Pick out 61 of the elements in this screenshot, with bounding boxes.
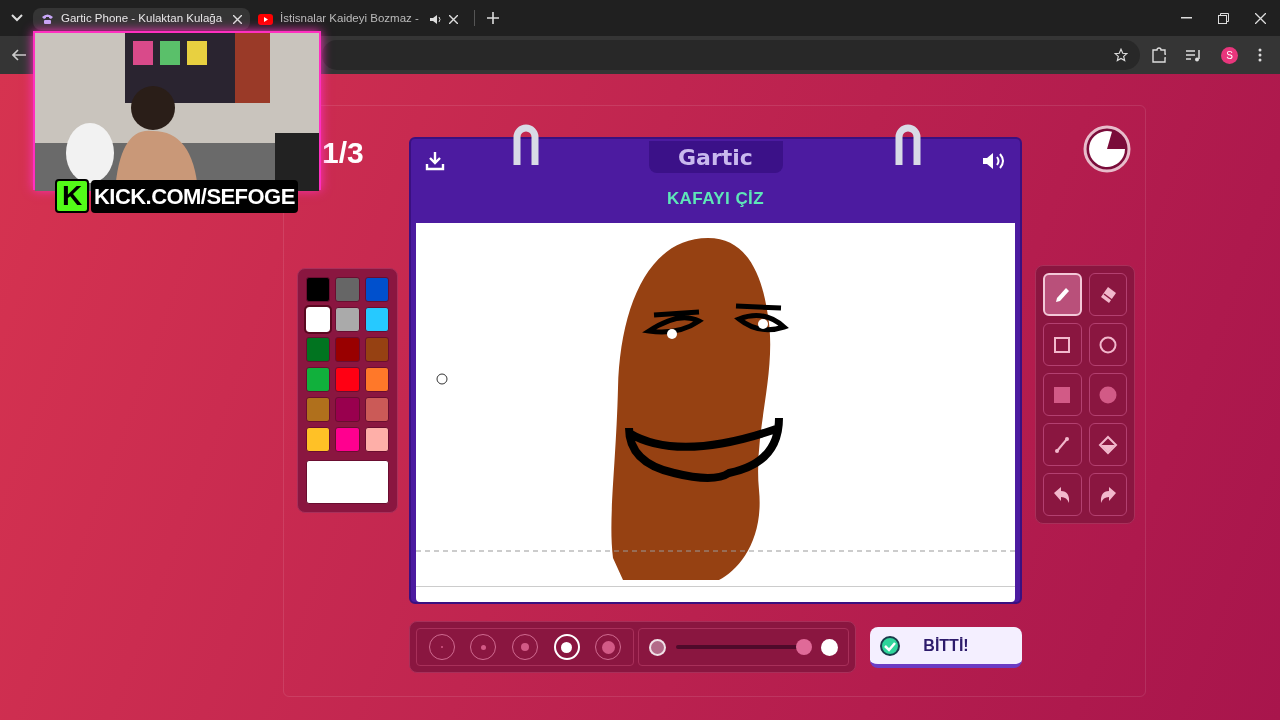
round-counter: 1/3 bbox=[322, 135, 364, 171]
color-swatch[interactable] bbox=[335, 397, 360, 422]
color-swatch[interactable] bbox=[306, 427, 331, 452]
gartic-logo: Gartic bbox=[648, 141, 783, 173]
tool-button[interactable] bbox=[1088, 473, 1127, 516]
tool-button[interactable] bbox=[1088, 323, 1127, 366]
check-badge-icon bbox=[880, 635, 900, 656]
color-swatch[interactable] bbox=[335, 367, 360, 392]
color-swatch[interactable] bbox=[364, 397, 389, 422]
color-swatch[interactable] bbox=[364, 337, 389, 362]
paint-bucket-icon bbox=[1097, 434, 1118, 455]
slider-thumb[interactable] bbox=[796, 639, 813, 655]
color-swatch[interactable] bbox=[306, 337, 331, 362]
browser-tab[interactable]: Gartic Phone - Kulaktan Kulağa bbox=[33, 8, 251, 30]
profile-avatar[interactable]: S bbox=[1221, 46, 1238, 64]
minimize-icon[interactable] bbox=[1181, 17, 1192, 19]
circle-outline-icon bbox=[1097, 334, 1118, 355]
tool-button[interactable] bbox=[1043, 323, 1082, 366]
browser-tab[interactable]: İstisnalar Kaideyi Bozmaz - bbox=[250, 8, 466, 30]
filled-circle-icon bbox=[1097, 384, 1118, 405]
video-play-icon bbox=[258, 13, 274, 25]
download-icon[interactable] bbox=[425, 151, 445, 171]
square-outline-icon bbox=[1052, 334, 1073, 355]
bookmark-star-icon[interactable] bbox=[1114, 48, 1128, 62]
color-swatch[interactable] bbox=[364, 367, 389, 392]
tool-button[interactable] bbox=[1043, 423, 1082, 466]
color-swatch[interactable] bbox=[335, 277, 360, 302]
tab-title: Gartic Phone - Kulaktan Kulağa bbox=[61, 11, 224, 27]
color-swatch[interactable] bbox=[364, 307, 389, 332]
phone-icon bbox=[41, 13, 54, 25]
tool-button[interactable] bbox=[1043, 473, 1082, 516]
opacity-slider[interactable] bbox=[676, 639, 811, 655]
media-queue-icon[interactable] bbox=[1186, 48, 1201, 62]
new-tab-icon[interactable] bbox=[486, 12, 499, 24]
extensions-icon[interactable] bbox=[1152, 47, 1166, 63]
color-swatch[interactable] bbox=[306, 397, 331, 422]
timer-icon bbox=[1083, 125, 1131, 173]
tab-title: İstisnalar Kaideyi Bozmaz - bbox=[280, 11, 420, 27]
tool-button[interactable] bbox=[1088, 423, 1127, 466]
speaker-icon[interactable] bbox=[429, 13, 442, 25]
color-swatch[interactable] bbox=[335, 427, 360, 452]
filled-square-icon bbox=[1052, 384, 1073, 405]
logo-badge: K bbox=[55, 179, 89, 213]
prompt-title: KAFAYI ÇİZ bbox=[666, 188, 765, 210]
tool-button[interactable] bbox=[1088, 273, 1127, 316]
tab-list-icon[interactable] bbox=[10, 14, 23, 22]
back-icon[interactable] bbox=[12, 49, 26, 61]
color-swatch[interactable] bbox=[306, 277, 331, 302]
color-swatch[interactable] bbox=[306, 367, 331, 392]
menu-icon[interactable] bbox=[1258, 48, 1262, 62]
color-swatch[interactable] bbox=[335, 337, 360, 362]
color-swatch[interactable] bbox=[364, 427, 389, 452]
color-swatch[interactable] bbox=[335, 307, 360, 332]
close-icon[interactable] bbox=[1255, 12, 1266, 24]
speaker-icon[interactable] bbox=[982, 151, 1006, 171]
color-swatch[interactable] bbox=[364, 277, 389, 302]
channel-url: KICK.COM/SEFOGE bbox=[91, 179, 298, 213]
close-tab-icon[interactable] bbox=[233, 14, 243, 24]
restore-icon[interactable] bbox=[1218, 12, 1229, 24]
close-tab-icon[interactable] bbox=[448, 14, 458, 24]
done-button[interactable]: BİTTİ! bbox=[870, 627, 1022, 668]
